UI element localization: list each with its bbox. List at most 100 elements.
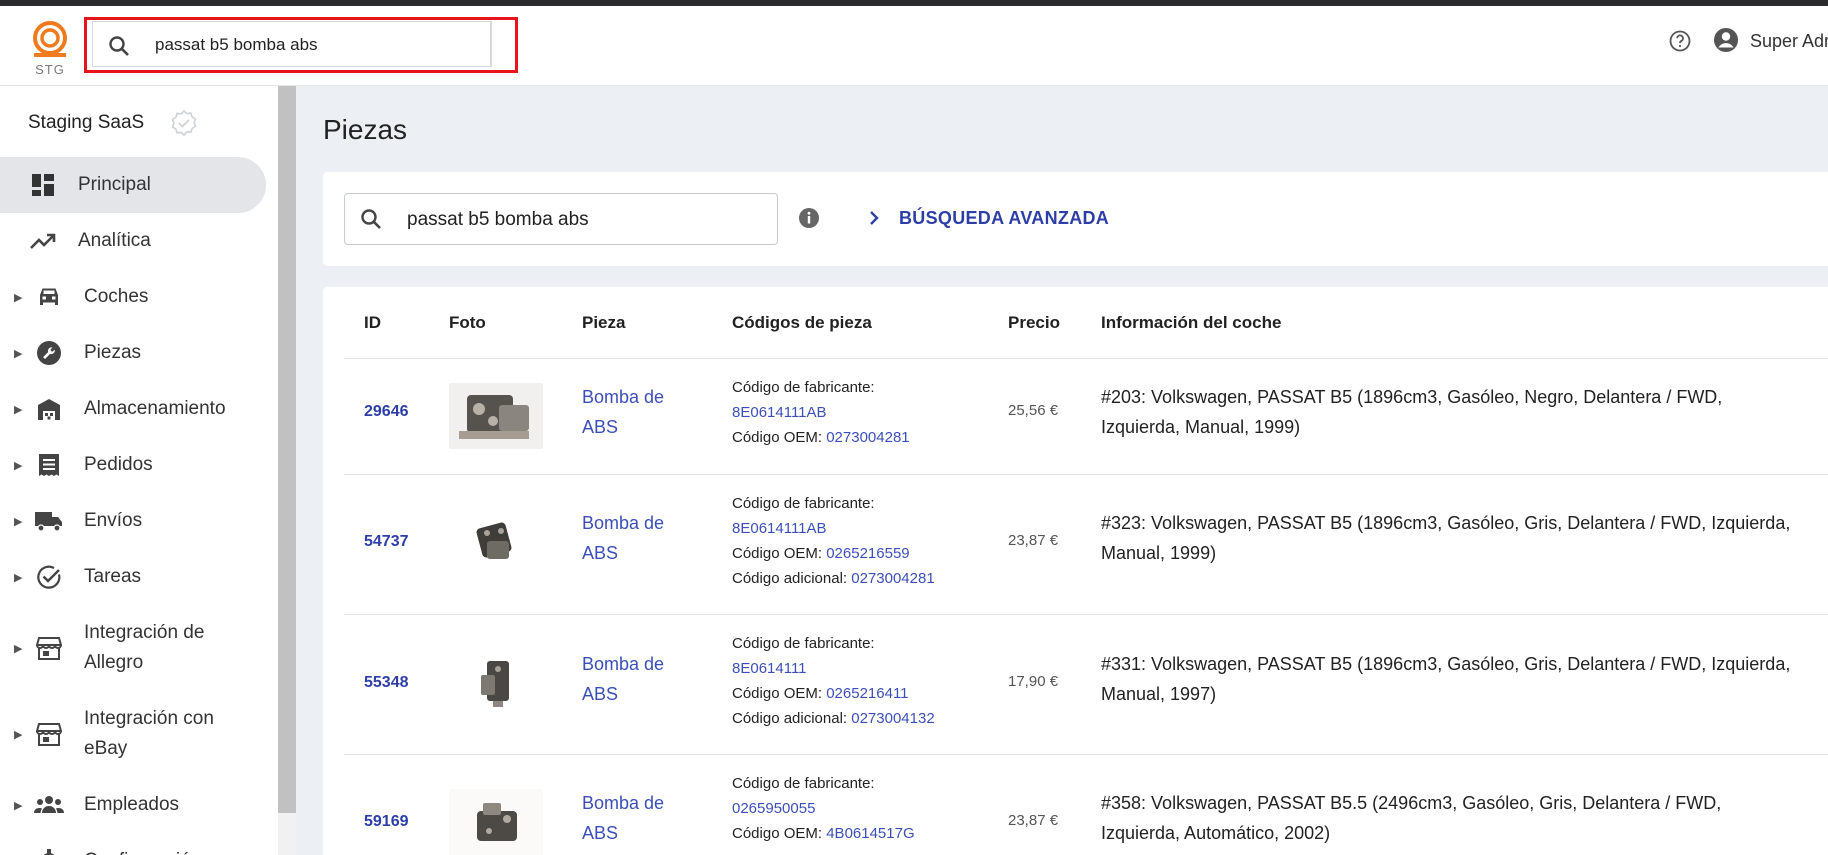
info-icon[interactable]: [798, 207, 820, 234]
part-price: 23,87 €: [1008, 532, 1059, 549]
parts-search-input[interactable]: passat b5 bomba abs: [344, 193, 778, 245]
code-link[interactable]: 8E0614111AB: [732, 404, 827, 421]
code-link[interactable]: 8E0614111: [732, 660, 807, 677]
chevron-right-icon[interactable]: [867, 210, 881, 231]
part-id-link[interactable]: 54737: [364, 533, 409, 551]
sidebar-item-envios[interactable]: ▶ Envíos: [0, 493, 266, 549]
column-header-foto: Foto: [449, 313, 486, 332]
sidebar-item-piezas[interactable]: ▶ Piezas: [0, 325, 266, 381]
car-icon: [36, 285, 62, 314]
part-price: 25,56 €: [1008, 402, 1059, 419]
part-name-link[interactable]: Bomba de ABS: [582, 382, 692, 442]
sidebar-item-allegro[interactable]: ▶ Integración de Allegro: [0, 605, 266, 691]
gear-icon: [36, 848, 62, 855]
part-price: 17,90 €: [1008, 673, 1059, 690]
sidebar-item-coches[interactable]: ▶ Coches: [0, 269, 266, 325]
sidebar-item-label: Envíos: [84, 510, 143, 531]
table-row[interactable]: 59169 Bomba de ABS Código de fabricante:…: [344, 754, 1828, 855]
part-id-link[interactable]: 29646: [364, 403, 409, 421]
sidebar-item-label: Pedidos: [84, 454, 153, 475]
code-link[interactable]: 0273004281: [851, 570, 934, 587]
part-name-link[interactable]: Bomba de ABS: [582, 508, 692, 568]
sidebar-item-ebay[interactable]: ▶ Integración con eBay: [0, 691, 266, 777]
caret-right-icon: ▶: [14, 729, 23, 741]
part-codes: Código de fabricante: 0265950055 Código …: [732, 775, 915, 842]
car-info: #331: Volkswagen, PASSAT B5 (1896cm3, Ga…: [1101, 654, 1791, 704]
caret-right-icon: ▶: [14, 460, 23, 472]
global-search-input[interactable]: passat b5 bomba abs: [92, 21, 492, 67]
sidebar-item-label: Almacenamiento: [84, 398, 226, 419]
code-link[interactable]: 0273004132: [851, 710, 934, 727]
sidebar-item-pedidos[interactable]: ▶ Pedidos: [0, 437, 266, 493]
code-link[interactable]: 8E0614111AB: [732, 520, 827, 537]
column-header-id[interactable]: ID: [364, 313, 381, 333]
sidebar-item-label: Empleados: [84, 794, 180, 815]
truck-icon: [34, 509, 64, 538]
car-info: #323: Volkswagen, PASSAT B5 (1896cm3, Ga…: [1101, 513, 1791, 563]
sidebar-item-analitica[interactable]: Analítica: [0, 213, 266, 269]
table-row[interactable]: 54737 Bomba de ABS Código de fabricante:…: [344, 474, 1828, 614]
search-icon: [359, 207, 383, 236]
part-name-link[interactable]: Bomba de ABS: [582, 649, 692, 709]
code-link[interactable]: 0273004281: [826, 429, 909, 446]
column-header-codigos: Códigos de pieza: [732, 313, 872, 332]
column-header-pieza[interactable]: Pieza: [582, 313, 625, 333]
part-name-link[interactable]: Bomba de ABS: [582, 788, 692, 848]
sidebar-scrollbar[interactable]: [278, 86, 296, 855]
table-row[interactable]: 29646 Bomba de ABS Código de fabricante:…: [344, 358, 1828, 474]
part-id-link[interactable]: 59169: [364, 813, 409, 831]
table-row[interactable]: 55348 Bomba de ABS Código de fabricante:…: [344, 614, 1828, 754]
check-circle-icon: [36, 564, 62, 595]
sidebar-scrollbar-thumb[interactable]: [278, 86, 296, 813]
code-link[interactable]: 4B0614517G: [826, 825, 914, 842]
account-icon[interactable]: [1712, 26, 1740, 59]
sidebar-item-label: Integración con eBay: [84, 708, 214, 759]
column-header-precio[interactable]: Precio: [1008, 313, 1060, 333]
part-photo[interactable]: [449, 789, 543, 855]
part-price: 23,87 €: [1008, 812, 1059, 829]
part-id-link[interactable]: 55348: [364, 674, 409, 692]
search-card: passat b5 bomba abs BÚSQUEDA AVANZADA: [323, 172, 1828, 266]
part-photo[interactable]: [449, 651, 543, 717]
sidebar: Staging SaaS Principal Analítica ▶ Coche…: [0, 86, 278, 855]
sidebar-item-label: Principal: [78, 174, 151, 195]
wrench-icon: [36, 340, 62, 371]
advanced-search-button[interactable]: BÚSQUEDA AVANZADA: [899, 208, 1109, 229]
caret-right-icon: ▶: [14, 292, 23, 304]
car-info: #203: Volkswagen, PASSAT B5 (1896cm3, Ga…: [1101, 387, 1723, 437]
sidebar-item-configuracion[interactable]: ▶ Configuración: [0, 833, 266, 855]
code-link[interactable]: 0265216559: [826, 545, 909, 562]
sidebar-item-tareas[interactable]: ▶ Tareas: [0, 549, 266, 605]
sidebar-item-empleados[interactable]: ▶ Empleados: [0, 777, 266, 833]
store-icon: [35, 635, 63, 666]
part-codes: Código de fabricante: 8E0614111AB Código…: [732, 495, 935, 587]
sidebar-item-label: Configuración: [84, 846, 201, 855]
sidebar-item-label: Integración de Allegro: [84, 622, 205, 673]
caret-right-icon: ▶: [14, 800, 23, 812]
caret-right-icon: ▶: [14, 516, 23, 528]
logo[interactable]: STG: [28, 20, 72, 82]
caret-right-icon: ▶: [14, 348, 23, 360]
sidebar-item-principal[interactable]: Principal: [0, 157, 266, 213]
user-name[interactable]: Super Admin: [1750, 31, 1828, 52]
help-icon[interactable]: [1668, 29, 1692, 58]
parts-table: ID Foto Pieza Códigos de pieza Precio In…: [323, 287, 1828, 855]
sidebar-item-label: Coches: [84, 286, 149, 307]
code-link[interactable]: 0265216411: [826, 685, 908, 702]
parts-search-value: passat b5 bomba abs: [407, 209, 589, 230]
sidebar-item-almacenamiento[interactable]: ▶ Almacenamiento: [0, 381, 266, 437]
receipt-icon: [37, 452, 61, 483]
part-codes: Código de fabricante: 8E0614111AB Código…: [732, 379, 910, 446]
people-icon: [34, 795, 64, 820]
dashboard-icon: [30, 172, 56, 203]
caret-right-icon: ▶: [14, 404, 23, 416]
caret-right-icon: ▶: [14, 572, 23, 584]
part-photo[interactable]: [449, 383, 543, 449]
trending-up-icon: [30, 230, 56, 257]
part-photo[interactable]: [449, 511, 543, 577]
logo-text: STG: [35, 62, 65, 77]
org-name: Staging SaaS: [28, 112, 145, 133]
column-header-car-info: Información del coche: [1101, 313, 1282, 332]
verified-badge-icon: [170, 109, 198, 142]
code-link[interactable]: 0265950055: [732, 800, 815, 817]
